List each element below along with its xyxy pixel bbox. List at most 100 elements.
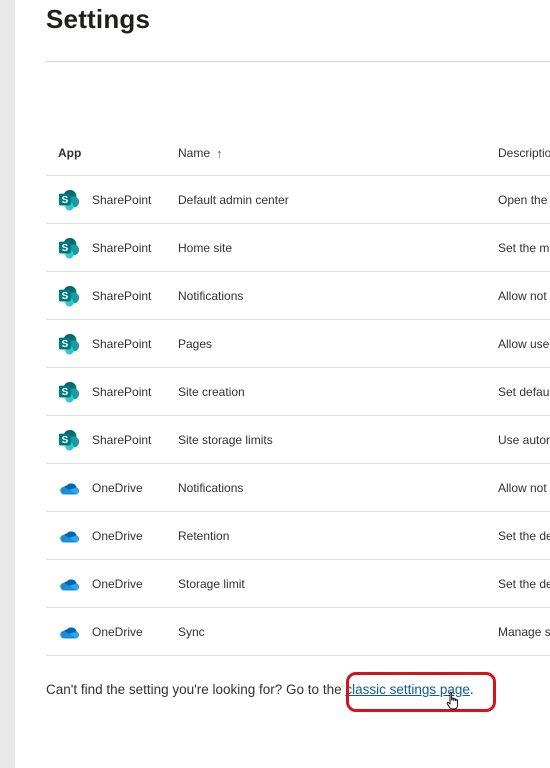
setting-description: Allow use — [498, 336, 550, 351]
column-header-app[interactable]: App — [58, 131, 168, 175]
onedrive-icon — [58, 573, 80, 595]
table-body: S SharePoint Default admin center Open the S… — [46, 176, 550, 656]
setting-description: Allow not — [498, 288, 547, 303]
settings-table: App Name ↑ Descriptio S SharePoint Default… — [46, 131, 550, 656]
footer-prefix: Can't find the setting you're looking fo… — [46, 682, 346, 697]
setting-name-cell[interactable]: Home site — [178, 224, 488, 271]
column-header-description[interactable]: Descriptio — [498, 131, 550, 175]
setting-name-cell[interactable]: Site storage limits — [178, 416, 488, 463]
setting-description-cell: Set the de — [498, 560, 550, 607]
setting-description-cell: Allow not — [498, 464, 550, 511]
app-cell: S SharePoint — [58, 224, 168, 271]
sort-ascending-icon: ↑ — [216, 145, 223, 161]
table-row[interactable]: S SharePoint Default admin center Open the — [46, 176, 550, 224]
setting-name-cell[interactable]: Default admin center — [178, 176, 488, 223]
setting-name: Site creation — [178, 384, 245, 399]
app-cell: S SharePoint — [58, 368, 168, 415]
setting-description: Set the de — [498, 576, 550, 591]
setting-description-cell: Allow use — [498, 320, 550, 367]
setting-description-cell: Open the — [498, 176, 550, 223]
svg-text:S: S — [62, 338, 69, 349]
svg-text:S: S — [62, 434, 69, 445]
table-row[interactable]: S SharePoint Pages Allow use — [46, 320, 550, 368]
setting-description: Set the m — [498, 240, 550, 255]
column-header-app-label: App — [58, 146, 82, 160]
svg-text:S: S — [62, 194, 69, 205]
page-title: Settings — [46, 4, 151, 34]
hand-pointer-icon — [446, 692, 459, 710]
table-row[interactable]: S SharePoint Notifications Allow not — [46, 272, 550, 320]
app-cell: OneDrive — [58, 560, 168, 607]
setting-description-cell: Set the de — [498, 512, 550, 559]
table-row[interactable]: S SharePoint Site storage limits Use autor — [46, 416, 550, 464]
sharepoint-icon: S — [58, 237, 80, 259]
setting-name-cell[interactable]: Sync — [178, 608, 488, 655]
table-row[interactable]: S SharePoint Site creation Set defaul — [46, 368, 550, 416]
highlight-annotation — [346, 672, 496, 712]
setting-name: Site storage limits — [178, 432, 273, 447]
onedrive-icon — [58, 621, 80, 643]
title-divider — [46, 61, 550, 62]
setting-description-cell: Use autor — [498, 416, 550, 463]
app-name: SharePoint — [92, 336, 152, 351]
sharepoint-icon: S — [58, 381, 80, 403]
setting-name-cell[interactable]: Notifications — [178, 464, 488, 511]
app-name: OneDrive — [92, 576, 143, 591]
setting-description-cell: Set defaul — [498, 368, 550, 415]
app-name: SharePoint — [92, 240, 152, 255]
sharepoint-icon: S — [58, 189, 80, 211]
table-row[interactable]: S SharePoint Home site Set the m — [46, 224, 550, 272]
left-rail — [0, 0, 15, 768]
setting-name-cell[interactable]: Pages — [178, 320, 488, 367]
setting-description-cell: Allow not — [498, 272, 550, 319]
sharepoint-icon: S — [58, 333, 80, 355]
sharepoint-icon: S — [58, 285, 80, 307]
setting-description-cell: Manage s — [498, 608, 550, 655]
setting-name: Notifications — [178, 480, 244, 495]
setting-description: Set the de — [498, 528, 550, 543]
table-row[interactable]: OneDrive Notifications Allow not — [46, 464, 550, 512]
app-name: OneDrive — [92, 480, 143, 495]
app-cell: S SharePoint — [58, 272, 168, 319]
onedrive-icon — [58, 477, 80, 499]
app-name: SharePoint — [92, 192, 152, 207]
setting-name: Default admin center — [178, 192, 289, 207]
onedrive-icon — [58, 525, 80, 547]
app-cell: S SharePoint — [58, 320, 168, 367]
setting-description: Open the — [498, 192, 548, 207]
setting-name: Sync — [178, 624, 205, 639]
app-name: SharePoint — [92, 288, 152, 303]
setting-description: Set defaul — [498, 384, 550, 399]
app-name: SharePoint — [92, 432, 152, 447]
setting-name: Storage limit — [178, 576, 245, 591]
setting-name-cell[interactable]: Storage limit — [178, 560, 488, 607]
table-header: App Name ↑ Descriptio — [46, 131, 550, 176]
sharepoint-icon: S — [58, 429, 80, 451]
app-cell: OneDrive — [58, 512, 168, 559]
setting-name: Retention — [178, 528, 230, 543]
column-header-name[interactable]: Name ↑ — [178, 131, 488, 175]
setting-name-cell[interactable]: Site creation — [178, 368, 488, 415]
setting-name: Pages — [178, 336, 213, 351]
setting-description: Allow not — [498, 480, 547, 495]
app-cell: S SharePoint — [58, 176, 168, 223]
app-cell: OneDrive — [58, 464, 168, 511]
table-row[interactable]: OneDrive Retention Set the de — [46, 512, 550, 560]
setting-description-cell: Set the m — [498, 224, 550, 271]
app-name: OneDrive — [92, 528, 143, 543]
app-name: SharePoint — [92, 384, 152, 399]
setting-description: Use autor — [498, 432, 550, 447]
setting-description: Manage s — [498, 624, 550, 639]
table-row[interactable]: OneDrive Storage limit Set the de — [46, 560, 550, 608]
setting-name: Home site — [178, 240, 233, 255]
setting-name: Notifications — [178, 288, 244, 303]
app-name: OneDrive — [92, 624, 143, 639]
app-cell: OneDrive — [58, 608, 168, 655]
svg-text:S: S — [62, 386, 69, 397]
setting-name-cell[interactable]: Notifications — [178, 272, 488, 319]
app-cell: S SharePoint — [58, 416, 168, 463]
column-header-name-label: Name — [178, 146, 211, 160]
table-row[interactable]: OneDrive Sync Manage s — [46, 608, 550, 656]
column-header-description-label: Descriptio — [498, 146, 550, 160]
setting-name-cell[interactable]: Retention — [178, 512, 488, 559]
